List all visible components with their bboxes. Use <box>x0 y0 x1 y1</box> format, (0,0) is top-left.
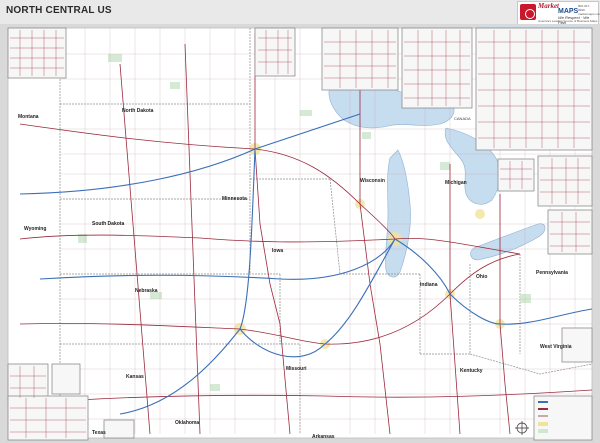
label-michigan: Michigan <box>445 180 467 186</box>
label-wyoming: Wyoming <box>24 226 47 232</box>
label-kentucky: Kentucky <box>460 368 483 374</box>
market-maps-logo: Market MAPS We Respect · We Plan America… <box>517 1 600 25</box>
logo-brand-top: Market <box>538 2 559 10</box>
inset-wichita <box>103 419 135 439</box>
inset-columbus <box>547 209 593 255</box>
logo-subtitle: America's Leading Source of Business Map… <box>538 19 598 23</box>
label-canada: CANADA <box>454 116 471 121</box>
map-title: NORTH CENTRAL US <box>6 5 112 16</box>
inset-kansas-city <box>7 395 89 441</box>
logo-mark-icon <box>520 4 536 20</box>
inset-cleveland <box>537 155 593 207</box>
label-south-dakota: South Dakota <box>92 221 125 227</box>
title-bar: NORTH CENTRAL US Market MAPS We Respect … <box>0 0 600 25</box>
label-iowa: Iowa <box>272 248 284 254</box>
inset-milwaukee <box>321 27 399 91</box>
label-kansas: Kansas <box>126 374 144 380</box>
label-wisconsin: Wisconsin <box>360 178 385 184</box>
inset-sioux-falls <box>254 27 296 77</box>
label-nebraska: Nebraska <box>135 288 158 294</box>
label-west-virginia: West Virginia <box>540 344 572 350</box>
label-montana: Montana <box>18 114 39 120</box>
logo-side-text: 800-327-9999 · marketmaps.com <box>578 4 600 16</box>
inset-lincoln <box>51 363 81 395</box>
label-ohio: Ohio <box>476 274 488 280</box>
map-area: Montana North Dakota South Dakota Wyomin… <box>0 24 600 443</box>
label-missouri: Missouri <box>286 366 307 372</box>
inset-omaha <box>7 363 49 401</box>
inset-indianapolis <box>497 158 535 192</box>
label-texas: Texas <box>92 430 106 436</box>
map-svg <box>0 24 600 443</box>
label-indiana: Indiana <box>420 282 438 288</box>
inset-chicago <box>475 27 593 151</box>
label-pennsylvania: Pennsylvania <box>536 270 568 276</box>
label-arkansas: Arkansas <box>312 434 335 440</box>
map-page: NORTH CENTRAL US Market MAPS We Respect … <box>0 0 600 443</box>
label-oklahoma: Oklahoma <box>175 420 200 426</box>
label-north-dakota: North Dakota <box>122 108 154 114</box>
inset-minneapolis <box>7 27 67 79</box>
logo-brand-bottom: MAPS <box>558 8 579 15</box>
label-minnesota: Minnesota <box>222 196 247 202</box>
inset-detroit <box>401 27 473 109</box>
